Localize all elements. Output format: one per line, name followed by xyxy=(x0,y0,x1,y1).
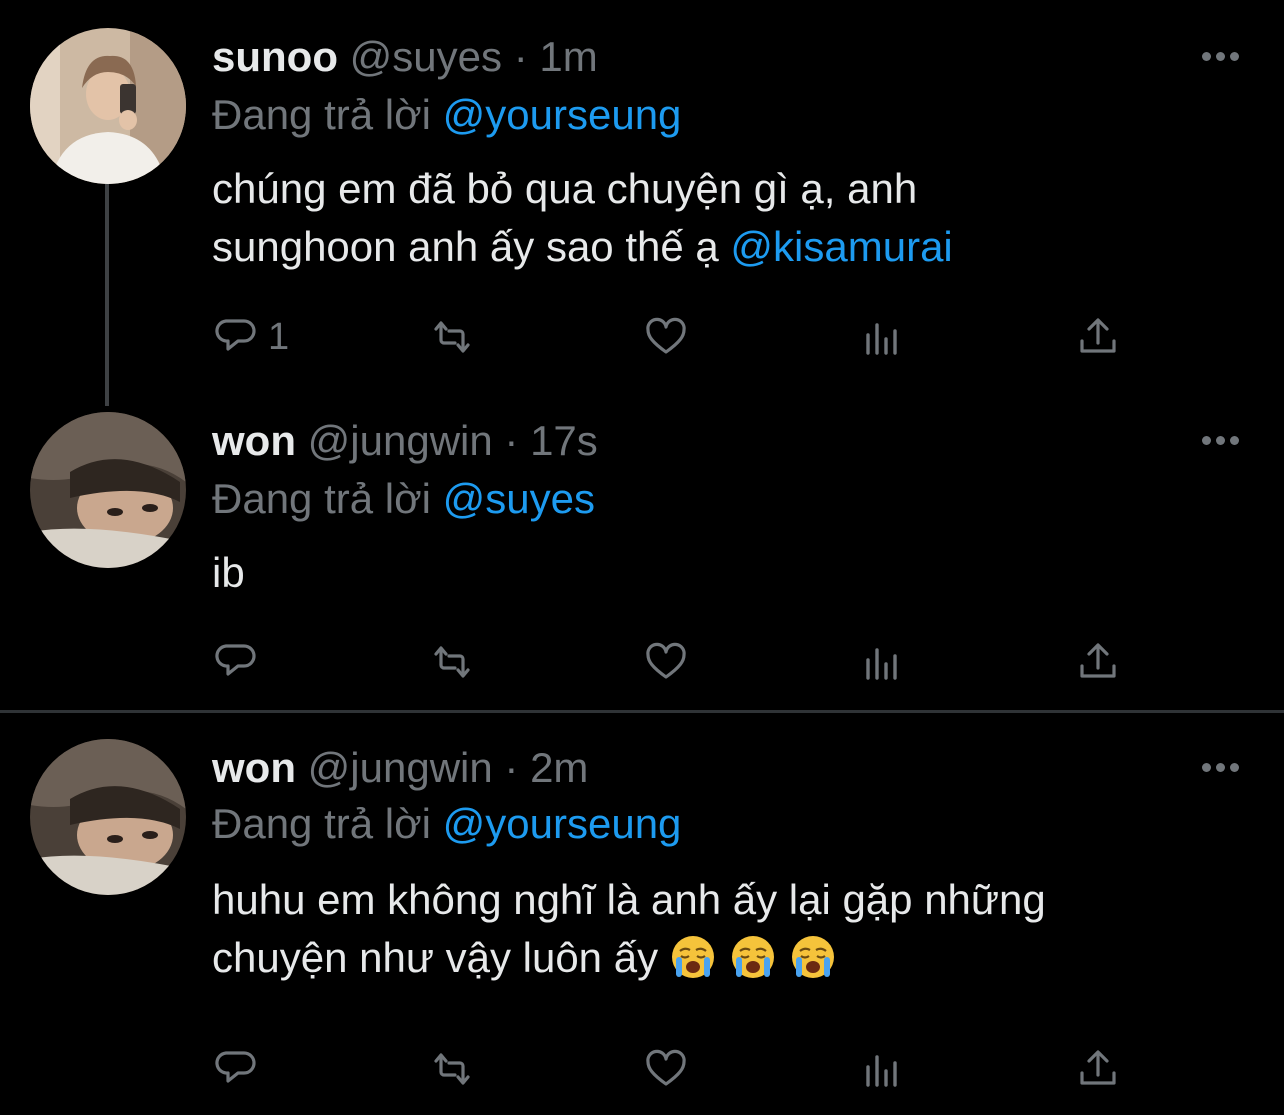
like-icon xyxy=(646,642,686,679)
share-button[interactable] xyxy=(1074,636,1122,688)
reply-button[interactable] xyxy=(212,1043,260,1095)
share-icon xyxy=(1080,643,1116,678)
like-button[interactable] xyxy=(642,1043,690,1095)
tweet-text: huhu em không nghĩ là anh ấy lại gặp nhữ… xyxy=(212,871,1212,987)
retweet-icon xyxy=(434,646,470,678)
avatar[interactable] xyxy=(30,412,186,568)
replying-to: Đang trả lời @yourseung xyxy=(212,797,681,851)
tweet-text-line: chuyện như vậy luôn ấy xyxy=(212,929,1212,987)
tweet-item[interactable]: won @jungwin · 17s Đang trả lời @suyes i… xyxy=(0,0,1284,710)
tweet-text-segment: chuyện như vậy luôn ấy xyxy=(212,934,659,981)
display-name[interactable]: won xyxy=(212,744,296,791)
share-icon xyxy=(1080,1050,1116,1085)
replying-mention-link[interactable]: @yourseung xyxy=(443,800,682,847)
analytics-button[interactable] xyxy=(858,1043,906,1095)
retweet-button[interactable] xyxy=(428,636,476,688)
like-icon xyxy=(646,1049,686,1086)
like-button[interactable] xyxy=(642,636,690,688)
tweet-text-line: ib xyxy=(212,549,245,596)
tweet-header: won @jungwin · 17s xyxy=(212,414,598,468)
replying-to: Đang trả lời @suyes xyxy=(212,472,595,526)
more-options-icon[interactable] xyxy=(1196,428,1244,452)
loudly-crying-face-icon xyxy=(790,934,835,980)
user-handle[interactable]: @jungwin xyxy=(308,417,493,464)
tweet-actions xyxy=(212,636,1132,688)
replying-prefix: Đang trả lời xyxy=(212,800,443,847)
separator-dot: · xyxy=(504,417,519,464)
reply-icon xyxy=(215,1051,256,1083)
tweet-text-line: huhu em không nghĩ là anh ấy lại gặp nhữ… xyxy=(212,876,1046,923)
retweet-icon xyxy=(434,1053,470,1085)
tweet-actions xyxy=(212,1043,1132,1095)
user-handle[interactable]: @jungwin xyxy=(308,744,493,791)
tweet-header: won @jungwin · 2m xyxy=(212,741,588,795)
more-options-icon[interactable] xyxy=(1196,755,1244,779)
tweet-text: ib xyxy=(212,544,1212,602)
retweet-button[interactable] xyxy=(428,1043,476,1095)
analytics-button[interactable] xyxy=(858,636,906,688)
analytics-icon xyxy=(866,648,897,680)
replying-prefix: Đang trả lời xyxy=(212,475,443,522)
loudly-crying-face-icon xyxy=(670,934,715,980)
avatar[interactable] xyxy=(30,739,186,895)
replying-mention-link[interactable]: @suyes xyxy=(443,475,595,522)
display-name[interactable]: won xyxy=(212,417,296,464)
reply-button[interactable] xyxy=(212,636,260,688)
loudly-crying-face-icon xyxy=(730,934,775,980)
share-button[interactable] xyxy=(1074,1043,1122,1095)
separator-dot: · xyxy=(504,744,519,791)
analytics-icon xyxy=(866,1055,897,1087)
timestamp[interactable]: 2m xyxy=(530,744,588,791)
reply-icon xyxy=(215,644,256,676)
timestamp[interactable]: 17s xyxy=(530,417,598,464)
tweet-item[interactable]: won @jungwin · 2m Đang trả lời @yourseun… xyxy=(0,713,1284,1115)
